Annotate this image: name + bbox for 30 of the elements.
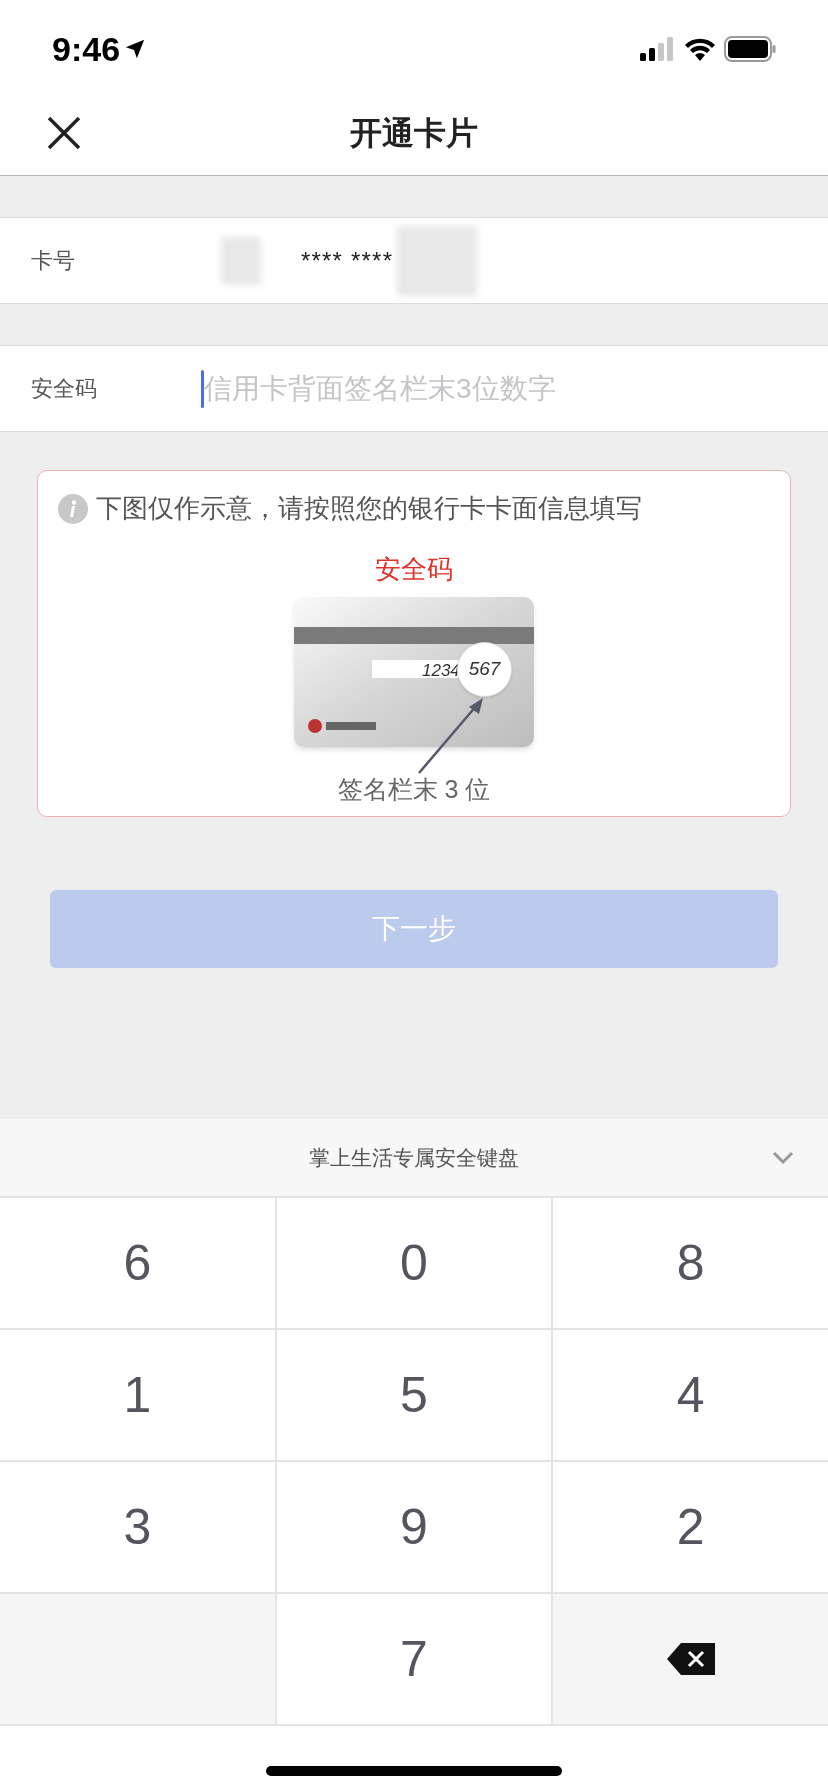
card-code: 567 <box>468 657 501 682</box>
tip-text: 下图仅作示意，请按照您的银行卡卡面信息填写 <box>96 492 642 525</box>
signal-icon <box>640 37 676 61</box>
card-digits: 1234 <box>422 660 460 682</box>
chevron-down-icon <box>772 1150 794 1165</box>
close-icon <box>47 115 81 150</box>
key[interactable]: 7 <box>276 1594 552 1724</box>
key[interactable]: 4 <box>553 1330 828 1460</box>
security-code-heading: 安全码 <box>375 553 453 586</box>
backspace-icon <box>666 1643 715 1675</box>
page-title: 开通卡片 <box>350 113 478 153</box>
field-label: 安全码 <box>31 375 98 403</box>
caption: 签名栏末 3 位 <box>337 774 491 805</box>
key[interactable]: 3 <box>0 1462 275 1592</box>
delete-key[interactable] <box>553 1594 828 1724</box>
key[interactable]: 2 <box>553 1462 828 1592</box>
key[interactable]: 6 <box>0 1198 275 1328</box>
keyboard-title: 掌上生活专属安全键盘 <box>309 1144 519 1171</box>
status-time: 9:46 <box>52 28 121 70</box>
key[interactable]: 1 <box>0 1330 275 1460</box>
key[interactable]: 5 <box>276 1330 552 1460</box>
wifi-icon <box>684 37 716 61</box>
field-label: 卡号 <box>31 247 76 275</box>
key[interactable]: 0 <box>276 1198 552 1328</box>
card-number: **** **** <box>301 245 394 276</box>
battery-icon <box>724 36 776 62</box>
key[interactable]: 9 <box>276 1462 552 1592</box>
location-arrow-icon <box>124 38 147 60</box>
key[interactable]: 8 <box>553 1198 828 1328</box>
info-icon <box>58 493 88 524</box>
